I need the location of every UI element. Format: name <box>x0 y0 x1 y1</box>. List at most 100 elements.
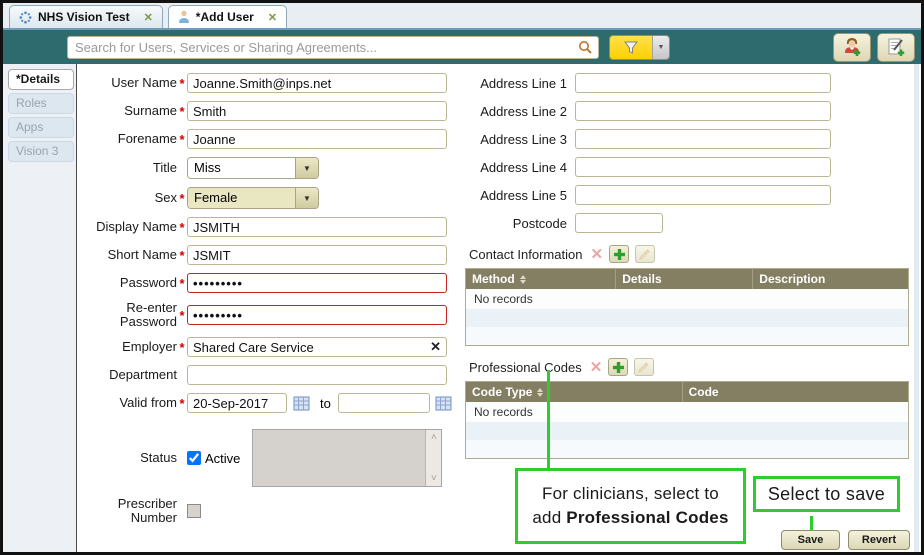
annotation-line-save <box>810 516 813 530</box>
postcode-input[interactable] <box>575 213 663 233</box>
short-name-input[interactable] <box>187 245 447 265</box>
sidebar-item-roles[interactable]: Roles <box>8 93 74 114</box>
tab-add-user[interactable]: *Add User ✕ <box>168 5 287 28</box>
active-checkbox-label: Active <box>205 451 240 466</box>
clear-icon[interactable]: ✕ <box>430 339 441 355</box>
revert-button[interactable]: Revert <box>848 530 910 550</box>
filter-button[interactable] <box>610 36 652 59</box>
address-line-5-input[interactable] <box>575 185 831 205</box>
valid-from-label: Valid from <box>79 396 177 410</box>
address-line-1-input[interactable] <box>575 73 831 93</box>
required-marker: * <box>177 308 187 323</box>
contact-information-table: Method Details Description No records <box>465 268 909 346</box>
tab-close-icon[interactable]: ✕ <box>268 11 277 24</box>
address-line-2-label: Address Line 2 <box>463 104 567 119</box>
delete-icon[interactable]: ✕ <box>590 358 603 376</box>
edit-contact-button[interactable] <box>635 245 655 263</box>
prescriber-number-checkbox[interactable] <box>187 504 201 518</box>
professional-codes-header: Professional Codes ✕ <box>469 358 915 376</box>
required-marker: * <box>177 220 187 235</box>
add-professional-code-button[interactable] <box>608 358 628 376</box>
search-input[interactable] <box>73 39 578 56</box>
forename-label: Forename <box>79 132 177 146</box>
display-name-input[interactable] <box>187 217 447 237</box>
delete-icon[interactable]: ✕ <box>590 245 603 263</box>
password-label: Password <box>79 276 177 290</box>
tab-nhs-vision-test[interactable]: NHS Vision Test ✕ <box>9 5 163 28</box>
add-person-icon <box>842 37 862 57</box>
pencil-icon <box>639 248 651 260</box>
add-contact-button[interactable] <box>609 245 629 263</box>
address-line-3-input[interactable] <box>575 129 831 149</box>
table-header: Code Type Code <box>466 382 908 402</box>
prescriber-number-label: Prescriber Number <box>79 497 177 525</box>
address-line-3-label: Address Line 3 <box>463 132 567 147</box>
clinician-note-callout: For clinicians, select to add Profession… <box>515 468 746 544</box>
to-label: to <box>320 396 331 411</box>
funnel-icon <box>624 41 638 54</box>
column-description[interactable]: Description <box>753 269 908 289</box>
required-marker: * <box>177 76 187 91</box>
column-code[interactable]: Code <box>683 382 908 402</box>
surname-input[interactable] <box>187 101 447 121</box>
status-notes-area: ˄ ˅ <box>252 429 442 487</box>
forename-input[interactable] <box>187 129 447 149</box>
sex-dropdown[interactable]: Female ▼ <box>187 187 319 209</box>
column-method[interactable]: Method <box>466 269 616 289</box>
chevron-down-icon[interactable]: ▼ <box>295 158 318 178</box>
search-icon[interactable] <box>578 40 593 55</box>
save-button[interactable]: Save <box>781 530 840 550</box>
postcode-label: Postcode <box>463 216 567 231</box>
calendar-icon[interactable] <box>434 394 454 412</box>
calendar-icon[interactable] <box>291 394 311 412</box>
address-and-tables: Address Line 1 Address Line 2 Address Li… <box>463 73 915 459</box>
scroll-down-icon[interactable]: ˅ <box>431 473 437 484</box>
title-dropdown[interactable]: Miss ▼ <box>187 157 319 179</box>
edit-professional-code-button[interactable] <box>634 358 654 376</box>
active-checkbox[interactable] <box>187 451 201 465</box>
sidebar-item-apps[interactable]: Apps <box>8 117 74 138</box>
sidebar-item-details[interactable]: *Details <box>8 69 74 90</box>
valid-from-input[interactable] <box>187 393 287 413</box>
filter-dropdown-arrow[interactable]: ▼ <box>652 36 669 59</box>
sex-value: Female <box>188 188 295 208</box>
department-label: Department <box>79 368 177 382</box>
search-toolbar: ▼ <box>3 30 921 64</box>
sort-icon <box>520 275 526 284</box>
address-line-2-input[interactable] <box>575 101 831 121</box>
tab-bar: NHS Vision Test ✕ *Add User ✕ <box>3 3 921 30</box>
chevron-down-icon[interactable]: ▼ <box>295 188 318 208</box>
no-records-row: No records <box>466 289 908 309</box>
scroll-up-icon[interactable]: ˄ <box>431 432 437 443</box>
status-scrollbar[interactable]: ˄ ˅ <box>425 430 441 486</box>
no-records-row: No records <box>466 402 908 422</box>
app-window: NHS Vision Test ✕ *Add User ✕ ▼ <box>0 0 924 555</box>
required-marker: * <box>177 396 187 411</box>
required-marker: * <box>177 248 187 263</box>
professional-codes-title: Professional Codes <box>469 360 582 375</box>
tab-close-icon[interactable]: ✕ <box>144 11 153 24</box>
add-service-button[interactable] <box>877 33 915 62</box>
contact-information-header: Contact Information ✕ <box>469 245 915 263</box>
vision-logo-icon <box>19 11 32 24</box>
short-name-label: Short Name <box>79 248 177 262</box>
tab-label: *Add User <box>196 10 254 24</box>
details-panel: User Name * Surname * Forename * Title <box>76 64 921 552</box>
surname-label: Surname <box>79 104 177 118</box>
contact-information-title: Contact Information <box>469 247 582 262</box>
sidebar-item-vision3[interactable]: Vision 3 <box>8 141 74 162</box>
address-line-4-input[interactable] <box>575 157 831 177</box>
re-enter-password-input[interactable] <box>187 305 447 325</box>
user-name-label: User Name <box>79 76 177 90</box>
user-name-input[interactable] <box>187 73 447 93</box>
pencil-icon <box>638 361 650 373</box>
column-details[interactable]: Details <box>616 269 753 289</box>
add-user-button[interactable] <box>833 33 871 62</box>
valid-to-input[interactable] <box>338 393 430 413</box>
password-input[interactable] <box>187 273 447 293</box>
employer-input[interactable] <box>187 337 447 357</box>
department-input[interactable] <box>187 365 447 385</box>
filter-split-button: ▼ <box>609 35 670 60</box>
column-code-type[interactable]: Code Type <box>466 382 683 402</box>
sort-icon <box>537 388 543 397</box>
